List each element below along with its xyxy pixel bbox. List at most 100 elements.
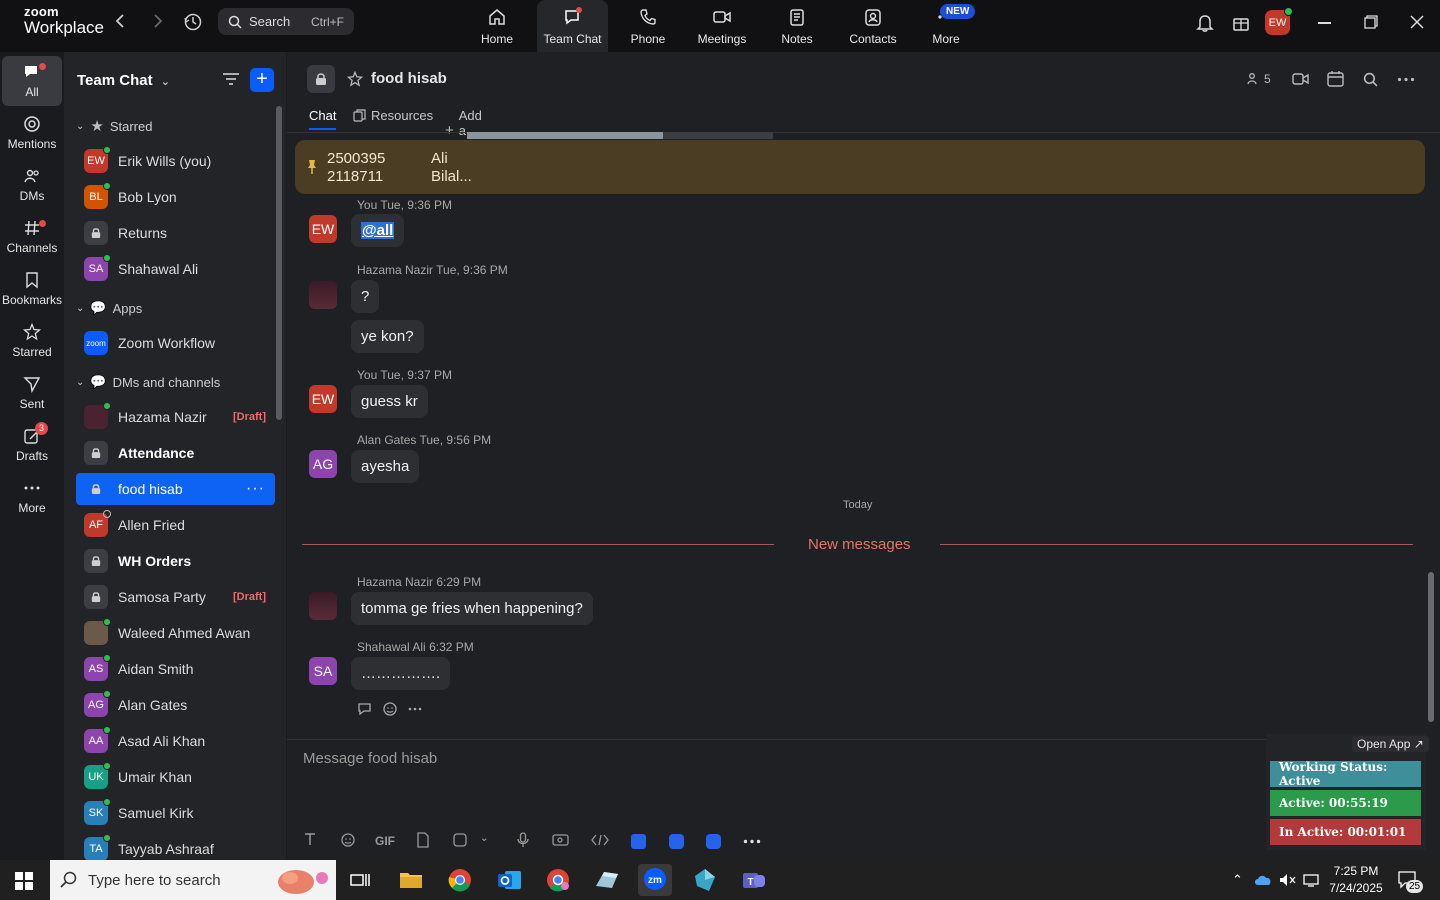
- microphone-icon[interactable]: [517, 832, 529, 848]
- avatar[interactable]: EW: [309, 215, 337, 243]
- avatar[interactable]: EW: [309, 385, 337, 413]
- sidebar-item[interactable]: Attendance: [76, 437, 275, 469]
- text-format-icon[interactable]: [303, 832, 317, 846]
- tab-home[interactable]: Home: [468, 0, 526, 52]
- system-clock[interactable]: 7:25 PM 7/24/2025: [1326, 863, 1386, 897]
- message-bubble[interactable]: @all: [351, 214, 405, 247]
- sidebar-item[interactable]: SA Shahawal Ali: [76, 253, 275, 285]
- item-more-icon[interactable]: ···: [246, 480, 265, 498]
- tab-phone[interactable]: Phone: [620, 0, 676, 52]
- attach-file-icon[interactable]: [416, 832, 430, 848]
- messages-scrollbar[interactable]: [1428, 572, 1434, 722]
- sidebar-item[interactable]: UK Umair Khan: [76, 761, 275, 793]
- code-block-icon[interactable]: [591, 834, 609, 846]
- mention-all[interactable]: @all: [361, 222, 395, 239]
- tab-resources[interactable]: Resources: [353, 108, 433, 123]
- tab-notes[interactable]: Notes: [772, 0, 822, 52]
- video-message-icon[interactable]: [552, 833, 569, 847]
- emoji-reaction-icon[interactable]: [382, 701, 398, 717]
- chrome-icon[interactable]: [443, 864, 477, 896]
- app-icon[interactable]: [688, 864, 722, 896]
- rail-all[interactable]: All: [2, 56, 62, 106]
- rail-more[interactable]: More: [2, 472, 62, 522]
- taskbar-search[interactable]: Type here to search: [50, 860, 336, 900]
- task-view-icon[interactable]: [350, 871, 370, 889]
- close-icon[interactable]: [1410, 15, 1424, 29]
- more-options-icon[interactable]: [1397, 77, 1415, 82]
- avatar[interactable]: AG: [309, 450, 337, 478]
- screenshot-icon[interactable]: [452, 832, 468, 848]
- sidebar-item[interactable]: SK Samuel Kirk: [76, 797, 275, 829]
- minimize-icon[interactable]: [1318, 22, 1331, 24]
- chrome-profile-icon[interactable]: [541, 864, 575, 896]
- zoom-taskbar-icon[interactable]: zm: [638, 864, 672, 896]
- teams-icon[interactable]: T: [737, 864, 771, 896]
- app-shortcut-icon[interactable]: [669, 834, 684, 849]
- rail-starred[interactable]: Starred: [2, 316, 62, 366]
- sidebar-scrollbar[interactable]: [276, 106, 282, 420]
- message-bubble[interactable]: …………….: [351, 657, 451, 690]
- tab-team-chat[interactable]: Team Chat: [537, 0, 608, 52]
- sidebar-item[interactable]: AG Alan Gates: [76, 689, 275, 721]
- rail-mentions[interactable]: Mentions: [2, 108, 62, 158]
- section-apps[interactable]: ⌄ 💬 Apps: [76, 298, 142, 318]
- channel-title[interactable]: food hisab: [371, 70, 447, 87]
- sidebar-item[interactable]: food hisab ···: [76, 473, 275, 505]
- search-icon[interactable]: [1363, 72, 1378, 87]
- sidebar-item[interactable]: zoom Zoom Workflow: [76, 327, 275, 359]
- chevron-up-icon[interactable]: ⌃: [1232, 872, 1243, 888]
- forward-arrow-icon[interactable]: [150, 13, 164, 29]
- maximize-icon[interactable]: [1364, 15, 1378, 29]
- sidebar-item[interactable]: Waleed Ahmed Awan: [76, 617, 275, 649]
- outlook-icon[interactable]: [493, 864, 527, 896]
- section-starred[interactable]: ⌄ ★ Starred: [76, 116, 152, 136]
- sidebar-item[interactable]: Returns: [76, 217, 275, 249]
- sidebar-title[interactable]: Team Chat ⌄: [77, 72, 170, 89]
- file-explorer-icon[interactable]: [394, 864, 428, 896]
- message-bubble[interactable]: ?: [351, 280, 380, 313]
- composer-more-icon[interactable]: [743, 839, 761, 844]
- sidebar-item[interactable]: AS Aidan Smith: [76, 653, 275, 685]
- sidebar-item[interactable]: AA Asad Ali Khan: [76, 725, 275, 757]
- rail-dms[interactable]: DMs: [2, 160, 62, 210]
- user-avatar[interactable]: EW: [1265, 7, 1293, 35]
- section-dms-channels[interactable]: ⌄ 💬 DMs and channels: [76, 372, 220, 392]
- volume-mute-icon[interactable]: [1278, 872, 1296, 888]
- app-icon[interactable]: [590, 864, 624, 896]
- message-bubble[interactable]: ye kon?: [351, 320, 424, 353]
- members-button[interactable]: 5: [1247, 72, 1271, 86]
- sidebar-item[interactable]: Hazama Nazir [Draft]: [76, 401, 275, 433]
- windows-start-icon[interactable]: [15, 872, 33, 890]
- rail-channels[interactable]: Channels: [2, 212, 62, 262]
- reply-icon[interactable]: [357, 702, 373, 716]
- rail-drafts[interactable]: Drafts 3: [2, 420, 62, 470]
- message-bubble[interactable]: guess kr: [351, 385, 428, 418]
- gif-button[interactable]: GIF: [375, 834, 395, 848]
- bell-icon[interactable]: [1196, 13, 1214, 33]
- global-search[interactable]: Search Ctrl+F: [218, 8, 354, 35]
- avatar[interactable]: SA: [309, 657, 337, 685]
- chevron-down-icon[interactable]: ⌄: [480, 833, 488, 844]
- sidebar-item[interactable]: AF Allen Fried: [76, 509, 275, 541]
- calendar-icon[interactable]: [1327, 70, 1344, 87]
- emoji-icon[interactable]: [340, 832, 356, 848]
- onedrive-icon[interactable]: [1254, 874, 1272, 886]
- open-app-button[interactable]: Open App ↗: [1352, 736, 1429, 752]
- rail-sent[interactable]: Sent: [2, 368, 62, 418]
- network-icon[interactable]: [1302, 872, 1320, 888]
- app-shortcut-icon[interactable]: [706, 834, 721, 849]
- app-shortcut-icon[interactable]: [631, 834, 646, 849]
- new-chat-button[interactable]: +: [250, 68, 274, 92]
- tab-contacts[interactable]: Contacts: [844, 0, 902, 52]
- star-outline-icon[interactable]: [347, 71, 363, 87]
- video-call-icon[interactable]: [1292, 72, 1310, 86]
- tab-chat[interactable]: Chat: [309, 108, 337, 130]
- sidebar-item[interactable]: WH Orders: [76, 545, 275, 577]
- sidebar-item[interactable]: EW Erik Wills (you): [76, 145, 275, 177]
- message-more-icon[interactable]: [408, 707, 422, 711]
- message-bubble[interactable]: tomma ge fries when happening?: [351, 592, 593, 625]
- rail-bookmarks[interactable]: Bookmarks: [2, 264, 62, 314]
- avatar[interactable]: [309, 281, 337, 309]
- tab-meetings[interactable]: Meetings: [692, 0, 752, 52]
- filter-icon[interactable]: [222, 72, 240, 86]
